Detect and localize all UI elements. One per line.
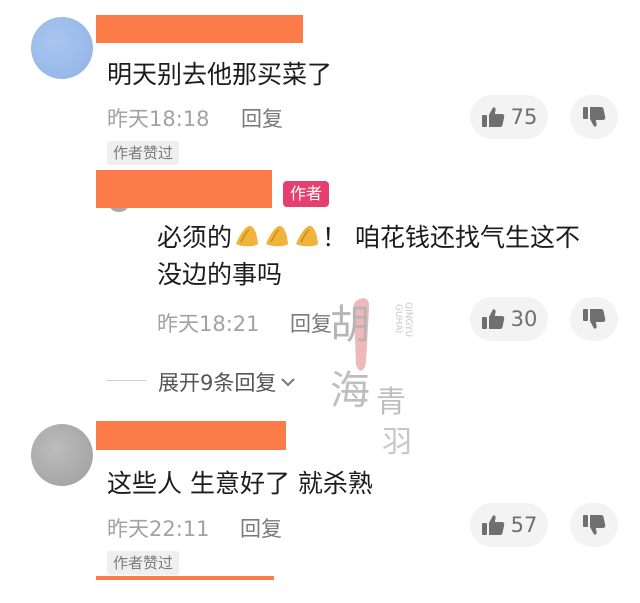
author-liked-badge: 作者赞过 — [107, 551, 180, 575]
comment-text: 这些人 生意好了 就杀熟 — [107, 469, 373, 498]
author-liked-badge: 作者赞过 — [107, 141, 180, 165]
redacted-username — [96, 15, 303, 43]
divider — [106, 380, 146, 381]
peanut-emoji-icon — [266, 225, 289, 247]
thumbs-down-icon — [583, 309, 606, 329]
avatar[interactable] — [31, 17, 93, 79]
peanut-emoji-icon — [296, 225, 319, 247]
thumbs-down-icon — [583, 515, 606, 535]
reply-button[interactable]: 回复 — [290, 308, 332, 338]
watermark-char: 胡 — [330, 302, 370, 348]
avatar[interactable] — [31, 424, 93, 486]
chevron-down-icon — [281, 378, 296, 387]
dislike-button[interactable] — [570, 503, 618, 547]
expand-replies-button[interactable]: 展开9条回复 — [158, 367, 296, 397]
thumbs-up-icon — [481, 309, 504, 329]
redacted-bar — [96, 576, 274, 580]
comment-time: 昨天18:21 — [157, 312, 260, 336]
comment-time: 昨天18:18 — [107, 107, 210, 131]
thumbs-up-icon — [481, 515, 504, 535]
comment-text-line2: 没边的事吗 — [157, 260, 283, 289]
comment-text-prefix: 必须的 — [157, 223, 233, 252]
like-count: 57 — [510, 513, 538, 537]
redacted-username — [96, 170, 272, 208]
thumbs-down-icon — [583, 107, 606, 127]
like-count: 75 — [510, 105, 538, 129]
dislike-button[interactable] — [570, 297, 618, 341]
dislike-button[interactable] — [570, 95, 618, 139]
comment-text: 必须的 ！ 咱花钱还找气生这不 — [157, 220, 580, 256]
peanut-emoji-icon — [236, 225, 259, 247]
comment-text: 明天别去他那买菜了 — [107, 60, 333, 89]
author-badge: 作者 — [283, 181, 330, 207]
reply-button[interactable]: 回复 — [240, 513, 282, 543]
reply-button[interactable]: 回复 — [241, 103, 283, 133]
comment-text-suffix: ！ 咱花钱还找气生这不 — [322, 223, 580, 252]
calligraphy-watermark: 胡 海 青 羽 QINGYU GUHAI — [328, 292, 428, 462]
expand-replies-label: 展开9条回复 — [158, 371, 277, 395]
like-button[interactable]: 30 — [470, 297, 548, 341]
watermark-char: 羽 — [382, 425, 412, 460]
like-button[interactable]: 57 — [470, 503, 548, 547]
redacted-username — [96, 421, 286, 450]
watermark-latin: QINGYU — [403, 302, 413, 337]
like-button[interactable]: 75 — [470, 95, 548, 139]
watermark-char: 青 — [376, 385, 406, 420]
comment-time: 昨天22:11 — [107, 517, 210, 541]
like-count: 30 — [510, 307, 538, 331]
thumbs-up-icon — [481, 107, 504, 127]
watermark-char: 海 — [330, 368, 370, 414]
watermark-latin: GUHAI — [393, 304, 403, 333]
